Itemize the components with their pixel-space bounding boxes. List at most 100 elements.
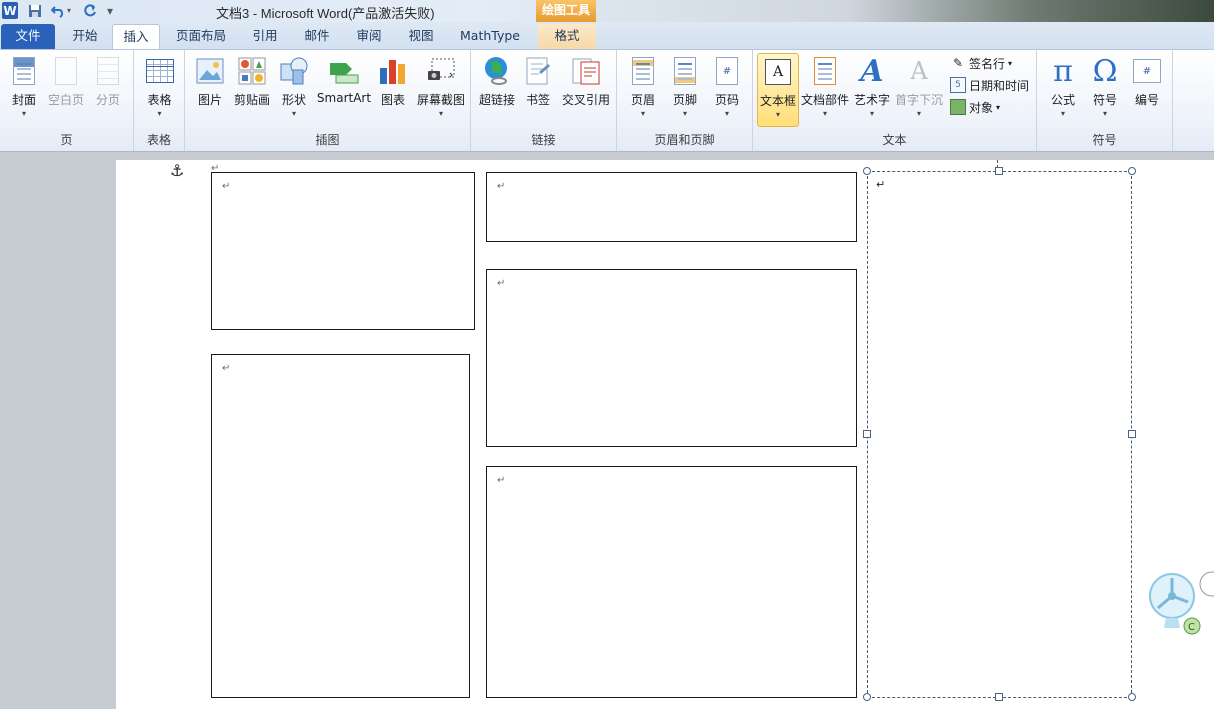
wordart-button[interactable]: A 艺术字 ▾	[851, 53, 893, 127]
footer-icon	[669, 55, 701, 87]
tab-insert[interactable]: 插入	[112, 24, 160, 49]
window-title: 文档3 - Microsoft Word(产品激活失败)	[216, 6, 435, 21]
ribbon-tabs: 文件 开始 插入 页面布局 引用 邮件 审阅 视图 MathType 格式	[0, 22, 1214, 49]
redo-icon[interactable]	[82, 2, 98, 19]
undo-dropdown-icon[interactable]: ▾	[67, 6, 71, 15]
chevron-down-icon: ▾	[157, 109, 162, 118]
screenshot-button[interactable]: 屏幕截图 ▾	[413, 53, 469, 127]
number-icon: #	[1131, 55, 1163, 87]
clipart-icon	[236, 55, 268, 87]
bookmark-button[interactable]: 书签	[519, 53, 557, 127]
desktop-fan-decoration-icon: C	[1146, 556, 1214, 638]
textbox-5[interactable]: ↵	[486, 466, 857, 698]
resize-handle-bottom-right[interactable]	[1128, 693, 1136, 701]
word-logo-icon[interactable]: W	[2, 2, 18, 19]
group-links: 超链接 书签 交叉引用 链接	[471, 50, 617, 151]
save-icon[interactable]	[27, 2, 43, 19]
textbox-selected[interactable]	[867, 171, 1132, 698]
page-break-icon	[92, 55, 124, 87]
page-number-button[interactable]: # 页码 ▾	[707, 53, 747, 127]
resize-handle-top-left[interactable]	[863, 167, 871, 175]
group-pages-label: 页	[60, 133, 73, 147]
signature-line-button[interactable]: ✎ 签名行 ▾	[950, 53, 1012, 73]
drawing-tools-context-label: 绘图工具	[536, 0, 596, 22]
tab-references[interactable]: 引用	[242, 24, 288, 49]
quick-parts-button[interactable]: 文档部件 ▾	[799, 53, 851, 127]
resize-handle-left[interactable]	[863, 430, 871, 438]
hyperlink-button[interactable]: 超链接	[475, 53, 519, 127]
drop-cap-icon: A	[910, 57, 928, 85]
chevron-down-icon: ▾	[1102, 109, 1107, 118]
ribbon: 封面 ▾ 空白页 分页 页 表格 ▾ 表格 图片 剪贴画 形状 ▾ SmartA…	[0, 49, 1214, 152]
paragraph-mark: ↵	[222, 363, 231, 374]
textbox-icon: A	[762, 56, 794, 88]
group-pages: 封面 ▾ 空白页 分页 页	[0, 50, 134, 151]
wordart-icon: A	[860, 53, 884, 89]
footer-button[interactable]: 页脚 ▾	[665, 53, 705, 127]
smartart-icon	[328, 55, 360, 87]
cover-page-button[interactable]: 封面 ▾	[4, 53, 44, 127]
paragraph-mark: ↵	[222, 181, 231, 192]
textbox-3[interactable]: ↵	[486, 172, 857, 242]
equation-button[interactable]: π 公式 ▾	[1043, 53, 1083, 127]
textbox-button[interactable]: A 文本框 ▾	[757, 53, 799, 127]
resize-handle-top-right[interactable]	[1128, 167, 1136, 175]
object-button[interactable]: 对象 ▾	[950, 97, 1000, 117]
blank-page-icon	[50, 55, 82, 87]
tab-format[interactable]: 格式	[538, 24, 596, 49]
shapes-icon	[278, 55, 310, 87]
chevron-down-icon: ▾	[640, 109, 645, 118]
bookmark-icon	[522, 55, 554, 87]
tab-home[interactable]: 开始	[60, 24, 110, 49]
chevron-down-icon: ▾	[682, 109, 687, 118]
group-tables: 表格 ▾ 表格	[134, 50, 185, 151]
tab-page-layout[interactable]: 页面布局	[168, 24, 234, 49]
textbox-1[interactable]: ↵	[211, 172, 475, 330]
tab-review[interactable]: 审阅	[346, 24, 392, 49]
group-text: A 文本框 ▾ 文档部件 ▾ A 艺术字 ▾ A 首字下沉 ▾ ✎ 签名行 ▾ …	[753, 50, 1037, 151]
group-text-label: 文本	[882, 133, 907, 147]
table-button[interactable]: 表格 ▾	[138, 53, 181, 127]
tab-view[interactable]: 视图	[398, 24, 444, 49]
signature-icon: ✎	[952, 56, 964, 70]
numbering-button[interactable]: # 编号	[1127, 53, 1167, 127]
chevron-down-icon: ▾	[775, 110, 780, 119]
textbox-4[interactable]: ↵	[486, 269, 857, 447]
quick-parts-icon	[809, 55, 841, 87]
chart-button[interactable]: 图表	[373, 53, 413, 127]
screenshot-icon	[425, 55, 457, 87]
resize-handle-top[interactable]	[995, 167, 1003, 175]
pi-icon: π	[1053, 53, 1073, 89]
picture-button[interactable]: 图片	[189, 53, 231, 127]
cross-reference-icon	[570, 55, 602, 87]
date-time-button[interactable]: 5 日期和时间	[950, 75, 1029, 95]
header-button[interactable]: 页眉 ▾	[623, 53, 663, 127]
customize-quick-access-icon[interactable]: ▾	[104, 2, 116, 19]
left-margin-area	[0, 153, 114, 709]
page-number-icon: #	[711, 55, 743, 87]
chevron-down-icon: ▾	[724, 109, 729, 118]
clipart-button[interactable]: 剪贴画	[231, 53, 273, 127]
resize-handle-bottom[interactable]	[995, 693, 1003, 701]
chevron-down-icon: ▾	[438, 109, 443, 118]
tab-file[interactable]: 文件	[1, 24, 55, 49]
undo-icon[interactable]: ▾	[50, 2, 72, 19]
textbox-2[interactable]: ↵	[211, 354, 470, 698]
svg-text:C: C	[1188, 622, 1195, 633]
symbol-button[interactable]: Ω 符号 ▾	[1085, 53, 1125, 127]
tab-mailings[interactable]: 邮件	[294, 24, 340, 49]
shapes-button[interactable]: 形状 ▾	[273, 53, 315, 127]
smartart-button[interactable]: SmartArt	[315, 53, 373, 127]
page-break-button[interactable]: 分页	[88, 53, 128, 127]
resize-handle-right[interactable]	[1128, 430, 1136, 438]
drop-cap-button[interactable]: A 首字下沉 ▾	[893, 53, 945, 127]
blank-page-button[interactable]: 空白页	[44, 53, 88, 127]
tab-mathtype[interactable]: MathType	[452, 24, 528, 49]
anchor-icon[interactable]: ⚓	[170, 161, 184, 180]
table-icon	[144, 55, 176, 87]
resize-handle-bottom-left[interactable]	[863, 693, 871, 701]
cross-reference-button[interactable]: 交叉引用	[557, 53, 615, 127]
object-icon	[950, 99, 966, 115]
globe-link-icon	[481, 55, 513, 87]
paragraph-mark: ↵	[497, 475, 506, 486]
